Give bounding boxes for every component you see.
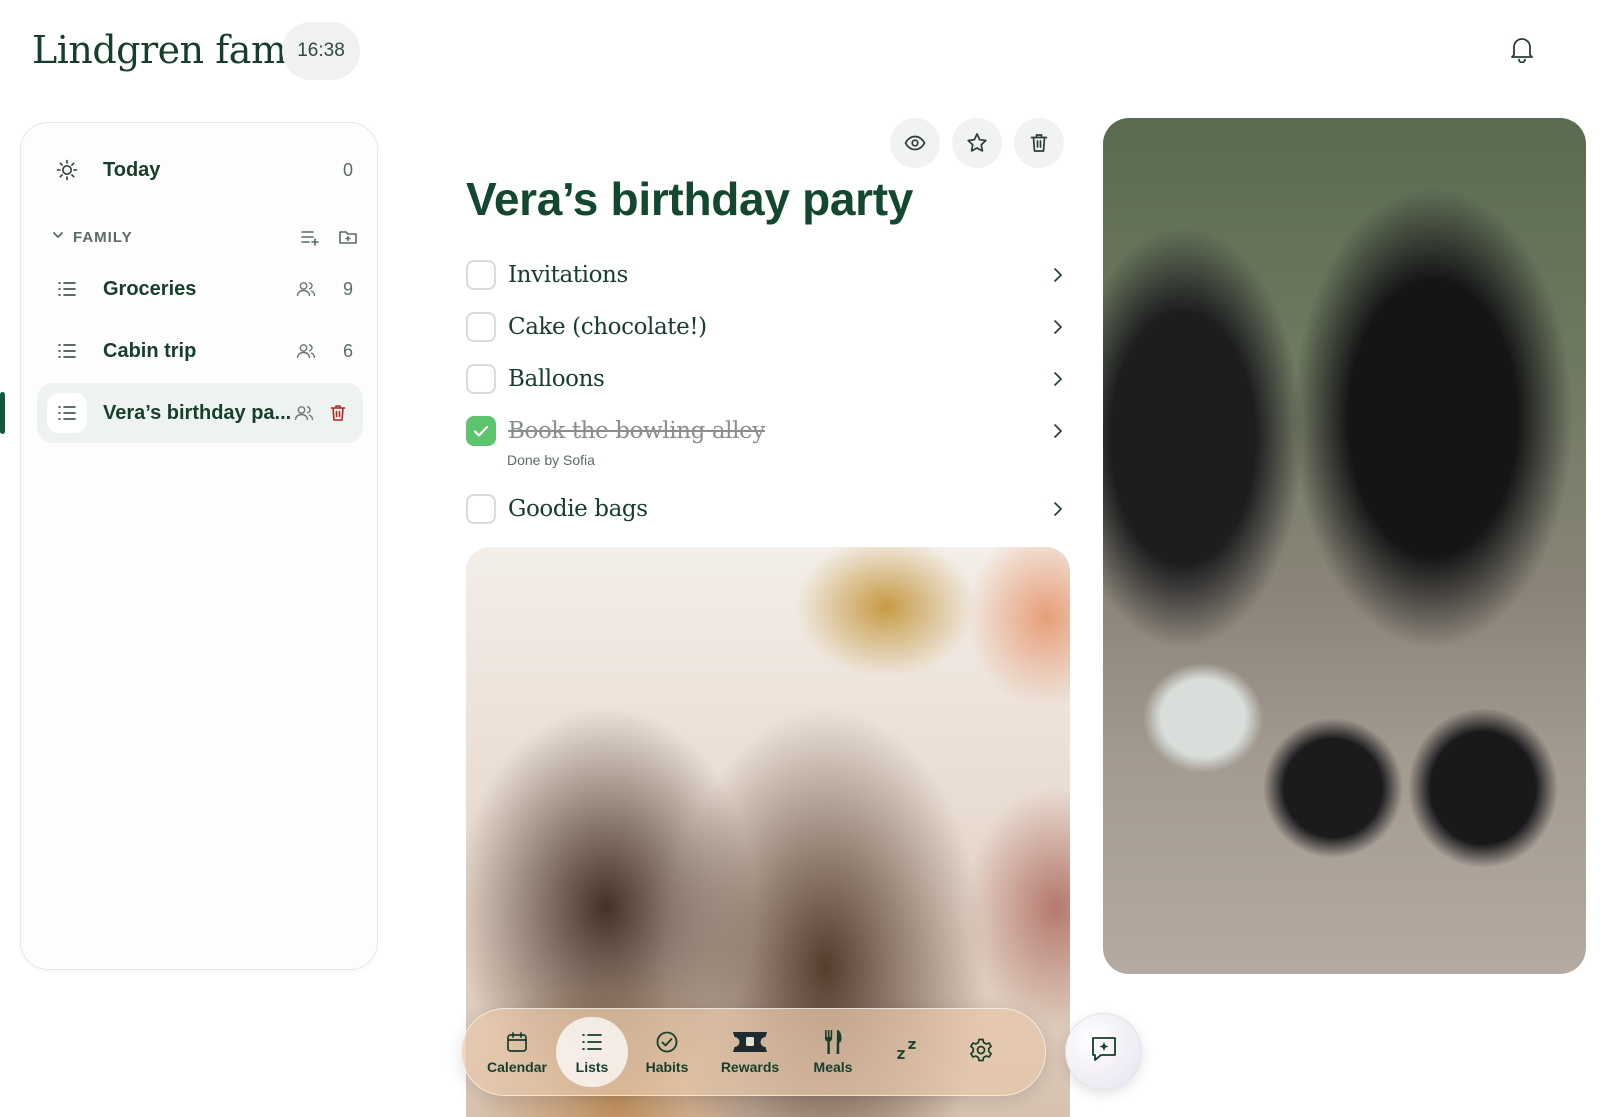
task-checkbox[interactable] bbox=[466, 494, 496, 524]
visibility-button[interactable] bbox=[890, 118, 940, 168]
add-list-button[interactable] bbox=[297, 224, 323, 250]
chevron-right-icon[interactable] bbox=[1046, 315, 1070, 339]
task-text: Cake (chocolate!) bbox=[508, 314, 707, 340]
task-text: Balloons bbox=[508, 366, 605, 392]
task-row-completed[interactable]: Book the bowling alley bbox=[466, 411, 1070, 451]
task-row[interactable]: Cake (chocolate!) bbox=[466, 307, 1070, 347]
list-icon bbox=[47, 393, 87, 433]
item-count: 9 bbox=[342, 278, 353, 299]
task-text: Book the bowling alley bbox=[508, 418, 765, 444]
sidebar-item-groceries[interactable]: Groceries 9 bbox=[37, 259, 363, 319]
nav-label: Calendar bbox=[487, 1059, 547, 1075]
item-count: 6 bbox=[342, 340, 353, 361]
sleep-icon bbox=[894, 1037, 920, 1063]
task-completed-by: Done by Sofia bbox=[507, 452, 595, 468]
item-count: 0 bbox=[342, 159, 353, 180]
eye-icon bbox=[904, 135, 926, 151]
assistant-button[interactable] bbox=[1065, 1013, 1142, 1090]
delete-list-button[interactable] bbox=[327, 402, 349, 424]
shared-users-icon bbox=[293, 402, 315, 424]
sidebar-item-today[interactable]: Today 0 bbox=[37, 140, 363, 200]
notifications-button[interactable] bbox=[1504, 33, 1540, 69]
task-row[interactable]: Balloons bbox=[466, 359, 1070, 399]
nav-lists[interactable]: Lists bbox=[556, 1017, 628, 1087]
sidebar-item-label: Vera’s birthday pa... bbox=[103, 401, 292, 424]
trash-icon bbox=[1030, 134, 1048, 152]
list-actions bbox=[890, 118, 1064, 168]
nav-label: Lists bbox=[575, 1059, 609, 1075]
task-checkbox[interactable] bbox=[466, 364, 496, 394]
nav-label: Meals bbox=[813, 1059, 853, 1075]
trash-icon bbox=[330, 405, 346, 421]
task-row[interactable]: Goodie bags bbox=[466, 489, 1070, 529]
sidebar: Today 0 FAMILY Groceries 9 Cabin trip 6 … bbox=[20, 122, 378, 970]
check-circle-icon bbox=[654, 1029, 680, 1055]
gear-icon bbox=[968, 1037, 994, 1063]
chevron-down-icon[interactable] bbox=[51, 228, 65, 247]
list-icon bbox=[47, 269, 87, 309]
nav-label: Habits bbox=[645, 1059, 689, 1075]
task-row[interactable]: Invitations bbox=[466, 255, 1070, 295]
task-checkbox[interactable] bbox=[466, 260, 496, 290]
add-folder-button[interactable] bbox=[335, 224, 361, 250]
nav-rewards[interactable]: Rewards bbox=[706, 1017, 794, 1087]
sidebar-item-label: Cabin trip bbox=[103, 339, 197, 362]
clock: 16:38 bbox=[282, 22, 360, 80]
utensils-icon bbox=[820, 1029, 846, 1055]
chevron-right-icon[interactable] bbox=[1046, 497, 1070, 521]
bottom-nav: Calendar Lists Habits Rewards Meals bbox=[461, 1008, 1046, 1096]
sidebar-item-veras-birthday-party[interactable]: Vera’s birthday pa... bbox=[37, 383, 363, 443]
sidebar-item-label: Groceries bbox=[103, 277, 197, 300]
task-text: Invitations bbox=[508, 262, 628, 288]
nav-habits[interactable]: Habits bbox=[632, 1017, 702, 1087]
nav-sleep[interactable] bbox=[872, 1017, 942, 1087]
sparkle-chat-icon bbox=[1089, 1034, 1119, 1069]
nav-label: Rewards bbox=[720, 1059, 780, 1075]
check-icon bbox=[473, 425, 489, 437]
task-checkbox-checked[interactable] bbox=[466, 416, 496, 446]
list-title: Vera’s birthday party bbox=[466, 173, 914, 225]
task-text: Goodie bags bbox=[508, 496, 648, 522]
sidebar-item-cabin-trip[interactable]: Cabin trip 6 bbox=[37, 321, 363, 381]
sun-icon bbox=[47, 150, 87, 190]
add-folder-icon bbox=[339, 231, 357, 244]
nav-settings[interactable] bbox=[946, 1017, 1016, 1087]
list-icon bbox=[579, 1029, 605, 1055]
chevron-right-icon[interactable] bbox=[1046, 263, 1070, 287]
family-section-header[interactable]: FAMILY bbox=[51, 223, 361, 251]
delete-button[interactable] bbox=[1014, 118, 1064, 168]
favorite-button[interactable] bbox=[952, 118, 1002, 168]
active-indicator bbox=[0, 392, 5, 434]
ticket-icon bbox=[728, 1029, 772, 1055]
chevron-right-icon[interactable] bbox=[1046, 419, 1070, 443]
calendar-icon bbox=[504, 1029, 530, 1055]
nav-meals[interactable]: Meals bbox=[798, 1017, 868, 1087]
balloons-photo bbox=[1103, 118, 1586, 974]
task-checkbox[interactable] bbox=[466, 312, 496, 342]
bell-icon bbox=[1509, 35, 1535, 68]
add-list-icon bbox=[301, 231, 319, 246]
sidebar-item-label: Today bbox=[103, 158, 161, 181]
nav-calendar[interactable]: Calendar bbox=[482, 1017, 552, 1087]
shared-users-icon bbox=[295, 278, 317, 300]
star-icon bbox=[967, 133, 987, 152]
shared-users-icon bbox=[295, 340, 317, 362]
list-icon bbox=[47, 331, 87, 371]
section-label: FAMILY bbox=[73, 228, 133, 246]
chevron-right-icon[interactable] bbox=[1046, 367, 1070, 391]
